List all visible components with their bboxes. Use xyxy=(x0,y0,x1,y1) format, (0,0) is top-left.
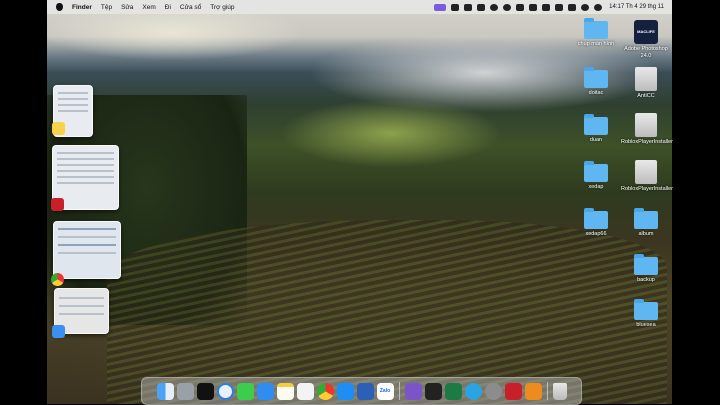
disk-icon xyxy=(635,160,657,184)
desktop-item-label: xedap xyxy=(588,184,604,190)
stage-window-chrome[interactable] xyxy=(53,221,121,279)
wifi-icon[interactable] xyxy=(542,3,551,11)
desktop-item-label: bluesea xyxy=(636,322,656,328)
menu-go[interactable]: Đi xyxy=(165,4,171,11)
menu-view[interactable]: Xem xyxy=(142,4,155,11)
finder-icon[interactable] xyxy=(156,382,174,400)
trash-icon[interactable] xyxy=(552,382,567,400)
display-icon[interactable] xyxy=(464,3,473,11)
word-icon[interactable] xyxy=(356,382,374,400)
spotlight-icon[interactable] xyxy=(568,3,577,11)
desktop-item[interactable]: AntiCC xyxy=(621,67,671,100)
letterbox-left xyxy=(0,0,47,404)
volume-icon[interactable] xyxy=(477,3,486,11)
desktop-item[interactable]: RobloxPlayerInstaller xyxy=(621,160,673,193)
desktop-item-label: duan xyxy=(589,137,603,143)
menu-window[interactable]: Cửa sổ xyxy=(180,4,201,11)
safari-icon[interactable] xyxy=(216,382,234,400)
folder-icon xyxy=(584,67,608,88)
chrome-icon[interactable] xyxy=(316,382,334,400)
menu-help[interactable]: Trợ giúp xyxy=(210,4,234,11)
folder-icon xyxy=(634,208,658,229)
filezilla-app-icon xyxy=(51,198,64,211)
app-store-icon[interactable] xyxy=(336,382,354,400)
desktop-item-label: RobloxPlayerInstaller xyxy=(621,139,673,145)
filezilla-icon[interactable] xyxy=(504,382,522,400)
notes-icon[interactable] xyxy=(276,382,294,400)
desktop-item[interactable]: doitac xyxy=(571,67,621,97)
zalo-icon[interactable]: Zalo xyxy=(376,382,394,400)
desktop-item-label: album xyxy=(638,231,654,237)
desktop-item[interactable]: chụp màn hình xyxy=(571,18,621,48)
mail-icon[interactable] xyxy=(256,382,274,400)
folder-icon xyxy=(634,299,658,320)
disk-icon xyxy=(635,113,657,137)
folder-icon xyxy=(584,114,608,135)
camera-icon[interactable] xyxy=(451,3,460,11)
status-area: 14:17 Th 4 29 thg 11 xyxy=(434,0,664,14)
folder-icon xyxy=(584,18,608,39)
notes-app-icon xyxy=(52,122,65,135)
excel-icon[interactable] xyxy=(444,382,462,400)
desktop-item-label: Adobe Photoshop 24.0 xyxy=(624,46,668,59)
desktop-item[interactable]: xedap66 xyxy=(571,208,621,238)
menu-bar: Finder Tệp Sửa Xem Đi Cửa sổ Trợ giúp 14… xyxy=(47,0,672,14)
desktop-item-label: chụp màn hình xyxy=(577,41,615,47)
desktop-item[interactable]: bluesea xyxy=(621,299,671,329)
desktop-item-label: RobloxPlayerInstaller xyxy=(621,186,673,192)
siri-icon[interactable] xyxy=(594,3,603,11)
clock-status-icon[interactable] xyxy=(503,3,512,11)
desktop-item[interactable]: album xyxy=(621,208,671,238)
keyboard-icon[interactable] xyxy=(529,3,538,11)
menu-file[interactable]: Tệp xyxy=(101,4,112,11)
dock: Zalo xyxy=(141,377,582,405)
photoshop-icon: MACLIFE xyxy=(634,20,658,44)
disk-icon xyxy=(635,67,657,91)
desktop-wallpaper[interactable] xyxy=(47,0,672,404)
sublime-icon[interactable] xyxy=(524,382,542,400)
reminders-icon[interactable] xyxy=(296,382,314,400)
desktop-item[interactable]: RobloxPlayerInstaller xyxy=(621,113,673,146)
folder-icon xyxy=(584,161,608,182)
bluetooth-icon[interactable] xyxy=(516,3,525,11)
finder-app-icon xyxy=(52,325,65,338)
desktop-item[interactable]: backup xyxy=(621,254,671,284)
folder-icon xyxy=(634,254,658,275)
menu-clock[interactable]: 14:17 Th 4 29 thg 11 xyxy=(609,4,664,10)
desktop-item[interactable]: MACLIFE Adobe Photoshop 24.0 xyxy=(621,20,671,60)
desktop-item-label: xedap66 xyxy=(585,231,607,237)
play-icon[interactable] xyxy=(490,3,499,11)
dock-separator xyxy=(398,382,400,400)
vietnamese-input-icon[interactable] xyxy=(555,3,564,11)
menu-edit[interactable]: Sửa xyxy=(121,4,133,11)
apple-menu-icon[interactable] xyxy=(56,3,63,11)
chrome-app-icon xyxy=(51,273,64,286)
terminal-icon[interactable] xyxy=(424,382,442,400)
desktop-item[interactable]: duan xyxy=(571,114,621,144)
utility-icon[interactable] xyxy=(484,382,502,400)
letterbox-right xyxy=(672,0,720,404)
control-center-icon[interactable] xyxy=(581,3,590,11)
desktop-item-label: AntiCC xyxy=(637,93,655,99)
menu-app-name[interactable]: Finder xyxy=(72,4,92,11)
dock-separator xyxy=(546,382,548,400)
desktop-item[interactable]: xedap xyxy=(571,161,621,191)
folder-icon xyxy=(584,208,608,229)
telegram-icon[interactable] xyxy=(464,382,482,400)
launchpad-icon[interactable] xyxy=(176,382,194,400)
capcut-icon[interactable] xyxy=(196,382,214,400)
viber-icon[interactable] xyxy=(404,382,422,400)
messages-icon[interactable] xyxy=(236,382,254,400)
screen-recording-icon[interactable] xyxy=(434,3,447,11)
desktop-item-label: doitac xyxy=(588,90,604,96)
desktop-item-label: backup xyxy=(637,277,655,283)
